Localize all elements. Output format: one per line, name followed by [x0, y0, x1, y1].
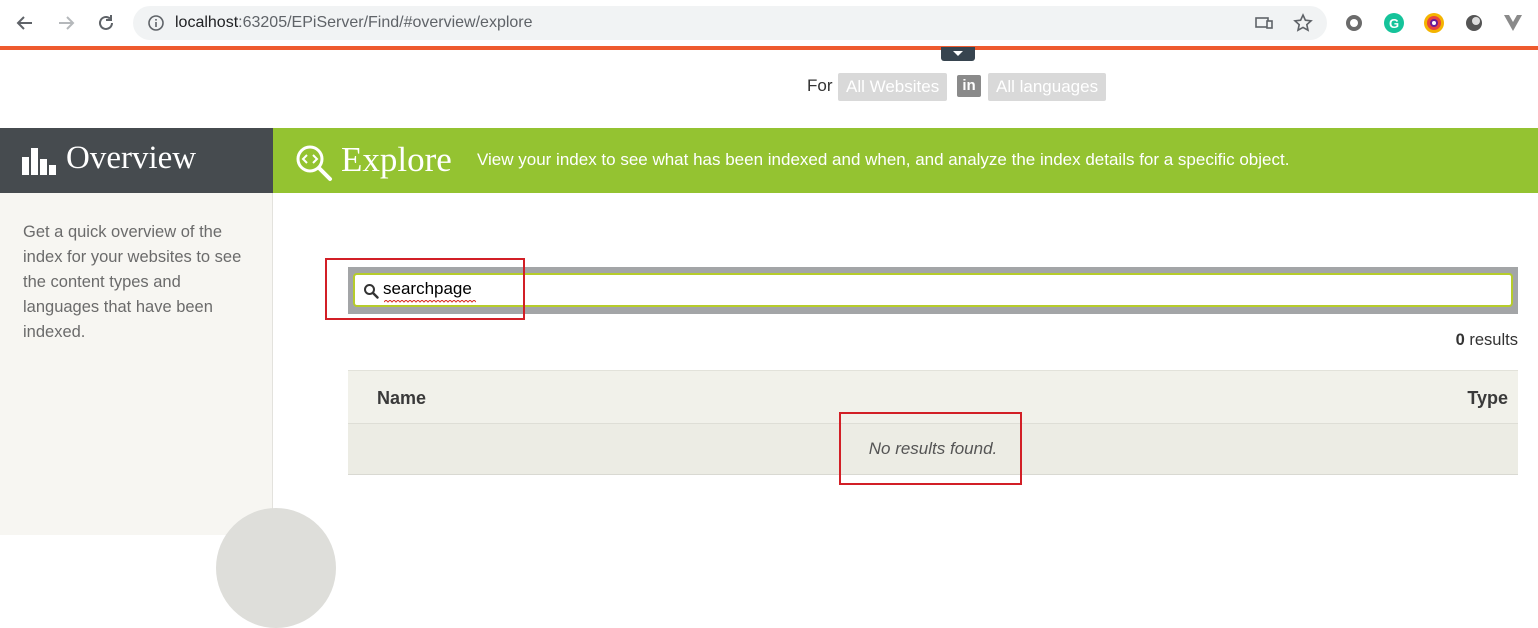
bar-chart-icon: [22, 148, 56, 175]
address-bar[interactable]: localhost:63205/EPiServer/Find/#overview…: [133, 6, 1327, 40]
grammarly-icon[interactable]: G: [1383, 12, 1405, 34]
search-field[interactable]: [353, 273, 1513, 307]
overview-sidebar: Get a quick overview of the index for yo…: [0, 193, 336, 628]
search-input[interactable]: [383, 279, 1483, 299]
language-selector[interactable]: All languages: [988, 73, 1107, 101]
column-header-name[interactable]: Name: [377, 388, 426, 409]
accent-bar: [0, 46, 1538, 50]
annotation-highlight-search: [325, 258, 525, 320]
menu-toggle-tab[interactable]: [941, 47, 975, 61]
back-icon[interactable]: [13, 11, 37, 35]
overview-description: Get a quick overview of the index for yo…: [23, 223, 242, 341]
settings-gear-icon[interactable]: [1343, 12, 1365, 34]
results-number: 0: [1455, 331, 1465, 349]
info-icon[interactable]: [147, 14, 165, 32]
svg-text:G: G: [1389, 16, 1399, 31]
website-selector[interactable]: All Websites: [838, 73, 948, 101]
explore-description: View your index to see what has been ind…: [477, 150, 1290, 169]
explore-title: Explore: [341, 140, 452, 179]
column-header-type[interactable]: Type: [1467, 388, 1508, 409]
results-label: results: [1469, 331, 1518, 349]
forward-icon[interactable]: [54, 11, 78, 35]
overview-header[interactable]: Overview: [0, 128, 273, 193]
reload-icon[interactable]: [94, 11, 118, 35]
color-picker-icon[interactable]: [1423, 12, 1445, 34]
in-label: in: [957, 75, 981, 97]
results-count: 0 results: [1456, 331, 1518, 350]
decorative-circle: [216, 508, 336, 628]
vue-devtools-icon[interactable]: [1502, 12, 1524, 34]
cast-icon[interactable]: [1254, 13, 1274, 33]
annotation-highlight-no-results: [839, 412, 1022, 485]
url-text[interactable]: localhost:63205/EPiServer/Find/#overview…: [175, 14, 533, 32]
extension-icon[interactable]: [1463, 12, 1485, 34]
overview-title: Overview: [66, 140, 197, 176]
explore-header: Explore View your index to see what has …: [273, 128, 1538, 193]
explore-magnifier-icon: [296, 145, 332, 181]
bookmark-star-icon[interactable]: [1293, 13, 1313, 33]
browser-toolbar: localhost:63205/EPiServer/Find/#overview…: [0, 0, 1538, 46]
for-label: For: [807, 76, 833, 95]
